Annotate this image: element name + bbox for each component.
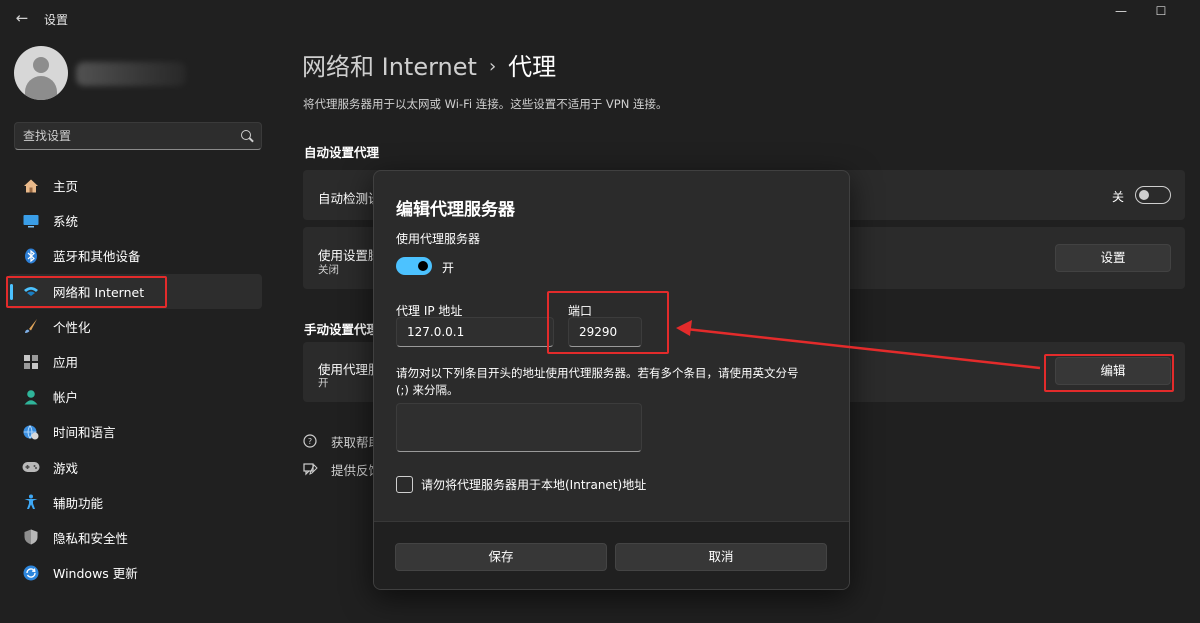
sidebar-item-label: Windows 更新 <box>53 566 138 582</box>
proxy-ip-input[interactable] <box>396 317 554 347</box>
edit-proxy-dialog: 编辑代理服务器 使用代理服务器 开 代理 IP 地址 端口 请勿对以下列条目开头… <box>373 170 850 590</box>
search-input[interactable] <box>23 123 233 149</box>
get-help-link[interactable]: ? 获取帮助 <box>303 432 381 451</box>
exceptions-textarea[interactable] <box>396 403 642 452</box>
sidebar-item-label: 时间和语言 <box>53 425 116 441</box>
sidebar-nav: 主页 系统 蓝牙和其他设备 网络和 Internet 个性化 应用 帐户 时间和… <box>8 168 262 590</box>
use-proxy-state: 开 <box>442 261 455 275</box>
avatar <box>14 46 68 100</box>
svg-text:?: ? <box>308 437 312 446</box>
sidebar-item-label: 应用 <box>53 355 79 371</box>
sidebar-item-windows-update[interactable]: Windows 更新 <box>8 555 262 590</box>
use-proxy-label: 使用代理服务器 <box>396 232 481 246</box>
app-title: 设置 <box>44 13 69 27</box>
sidebar-item-label: 系统 <box>53 214 79 230</box>
minimize-icon[interactable]: — <box>1110 2 1132 22</box>
sidebar-item-label: 辅助功能 <box>53 495 104 511</box>
save-button[interactable]: 保存 <box>395 543 607 571</box>
sidebar-item-privacy[interactable]: 隐私和安全性 <box>8 520 262 555</box>
breadcrumb: 网络和 Internet › 代理 <box>302 47 556 82</box>
back-arrow-icon[interactable]: ← <box>12 8 32 28</box>
gamepad-icon <box>22 458 40 476</box>
page-description: 将代理服务器用于以太网或 Wi-Fi 连接。这些设置不适用于 VPN 连接。 <box>303 97 668 111</box>
sidebar-item-system[interactable]: 系统 <box>8 203 262 238</box>
search-icon[interactable] <box>241 130 251 140</box>
annotation-highlight-edit <box>1044 354 1174 392</box>
update-icon <box>22 564 40 582</box>
shield-icon <box>22 528 40 546</box>
toggle-knob <box>418 261 428 271</box>
feedback-icon <box>303 462 319 478</box>
sidebar-item-accessibility[interactable]: 辅助功能 <box>8 485 262 520</box>
help-icon: ? <box>303 433 319 450</box>
sidebar-item-time-language[interactable]: 时间和语言 <box>8 414 262 449</box>
monitor-icon <box>22 212 40 230</box>
section-title-auto: 自动设置代理 <box>304 145 380 160</box>
apps-icon <box>22 353 40 371</box>
sidebar-item-home[interactable]: 主页 <box>8 168 262 203</box>
sidebar-item-accounts[interactable]: 帐户 <box>8 379 262 414</box>
sidebar-item-label: 游戏 <box>53 460 79 476</box>
sidebar-item-label: 个性化 <box>53 319 91 335</box>
blurred-user-name <box>76 62 186 86</box>
bluetooth-icon <box>22 247 40 265</box>
search-box[interactable] <box>14 122 262 150</box>
auto-detect-toggle[interactable] <box>1135 186 1171 204</box>
exceptions-label-line2: (;) 来分隔。 <box>396 383 459 397</box>
toggle-knob <box>1139 189 1149 200</box>
local-address-checkbox-label[interactable]: 请勿将代理服务器用于本地(Intranet)地址 <box>421 476 646 493</box>
chevron-right-icon: › <box>488 56 497 77</box>
page-title: 代理 <box>508 53 557 81</box>
home-icon <box>22 177 40 195</box>
setup-script-status: 关闭 <box>318 264 339 276</box>
sidebar-item-label: 蓝牙和其他设备 <box>53 249 141 265</box>
title-bar: ← 设置 — ☐ <box>0 0 1200 36</box>
use-proxy-toggle[interactable] <box>396 257 432 275</box>
sidebar-item-bluetooth[interactable]: 蓝牙和其他设备 <box>8 238 262 273</box>
sidebar-item-apps[interactable]: 应用 <box>8 344 262 379</box>
auto-detect-label: 自动检测设 <box>318 191 381 206</box>
manual-proxy-status: 开 <box>318 377 329 389</box>
feedback-link[interactable]: 提供反馈 <box>303 460 381 479</box>
annotation-highlight-port <box>547 291 669 354</box>
setup-button[interactable]: 设置 <box>1055 244 1171 272</box>
dialog-title: 编辑代理服务器 <box>396 200 515 220</box>
sidebar-item-label: 主页 <box>53 179 79 195</box>
annotation-highlight-network <box>6 276 167 308</box>
auto-detect-state: 关 <box>1112 190 1125 204</box>
maximize-icon[interactable]: ☐ <box>1150 2 1172 22</box>
cancel-button[interactable]: 取消 <box>615 543 827 571</box>
sidebar-item-gaming[interactable]: 游戏 <box>8 450 262 485</box>
breadcrumb-parent[interactable]: 网络和 Internet <box>302 53 477 81</box>
local-address-checkbox[interactable] <box>396 476 413 493</box>
brush-icon <box>22 317 40 335</box>
sidebar-item-label: 帐户 <box>53 390 79 406</box>
sidebar-item-personalization[interactable]: 个性化 <box>8 309 262 344</box>
exceptions-label-line1: 请勿对以下列条目开头的地址使用代理服务器。若有多个条目，请使用英文分号 <box>396 366 799 380</box>
globe-clock-icon <box>22 423 40 441</box>
account-icon <box>22 388 40 406</box>
accessibility-icon <box>22 493 40 511</box>
section-title-manual: 手动设置代理 <box>304 322 380 337</box>
sidebar-item-label: 隐私和安全性 <box>53 530 129 546</box>
